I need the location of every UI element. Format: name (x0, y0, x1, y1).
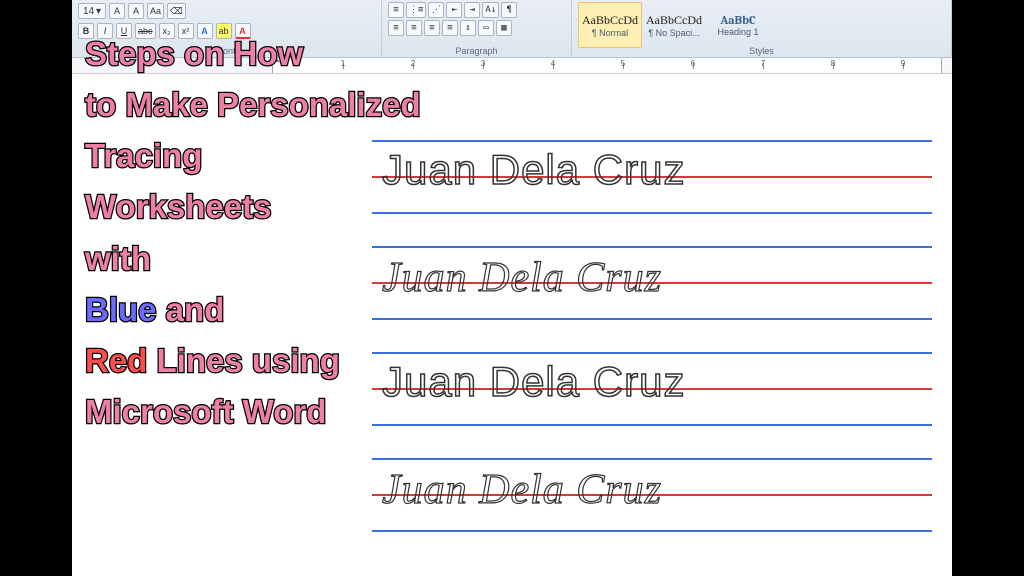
sort-button[interactable]: A↓ (482, 2, 499, 18)
shrink-font-button[interactable]: A (128, 3, 144, 19)
justify-button[interactable]: ≡ (442, 20, 458, 36)
ruler-number: 9 (901, 59, 905, 68)
ruler-number: 7 (761, 59, 765, 68)
tracing-row-1: Juan Dela Cruz (372, 140, 932, 220)
text-effects-button[interactable]: A (197, 23, 213, 39)
shading-button[interactable]: ▭ (478, 20, 494, 36)
chevron-down-icon: ▾ (96, 6, 101, 17)
guide-line-bot (372, 424, 932, 426)
tracing-text-print: Juan Dela Cruz (382, 146, 685, 194)
ruler-number: 1 (341, 59, 345, 68)
change-case-button[interactable]: Aa (147, 3, 164, 19)
show-marks-button[interactable]: ¶ (501, 2, 517, 18)
tracing-row-4: Juan Dela Cruz (372, 458, 932, 538)
ruler-number: 2 (411, 59, 415, 68)
highlight-button[interactable]: ab (216, 23, 232, 39)
ribbon-group-font: 14▾ A A Aa ⌫ B I U abc x₂ x² A ab A Font (72, 0, 382, 57)
ribbon: 14▾ A A Aa ⌫ B I U abc x₂ x² A ab A Font (72, 0, 952, 58)
align-center-button[interactable]: ≡ (406, 20, 422, 36)
align-right-button[interactable]: ≡ (424, 20, 440, 36)
guide-line-bot (372, 530, 932, 532)
style---normal[interactable]: AaBbCcDd¶ Normal (578, 2, 642, 48)
style-label: Heading 1 (717, 27, 758, 37)
tracing-text-print: Juan Dela Cruz (382, 358, 685, 406)
indent-marker-icon[interactable] (270, 56, 280, 62)
style-label: ¶ Normal (592, 28, 628, 38)
tracing-text-cursive: Juan Dela Cruz (382, 466, 662, 514)
font-size-select[interactable]: 14▾ (78, 3, 106, 19)
ruler-number: 5 (621, 59, 625, 68)
align-left-button[interactable]: ≡ (388, 20, 404, 36)
guide-line-bot (372, 318, 932, 320)
ruler-track: 1 2 3 4 5 6 7 8 9 (272, 58, 942, 73)
font-size-value: 14 (83, 6, 94, 17)
underline-button[interactable]: U (116, 23, 132, 39)
style-heading-1[interactable]: AaBbCHeading 1 (706, 2, 770, 48)
font-color-button[interactable]: A (235, 23, 251, 39)
strikethrough-button[interactable]: abc (135, 23, 156, 39)
style-preview: AaBbCcDd (582, 13, 638, 28)
bold-button[interactable]: B (78, 23, 94, 39)
document-area[interactable]: Juan Dela Cruz Juan Dela Cruz Juan Dela Cr… (72, 74, 952, 576)
bullets-button[interactable]: ≡ (388, 2, 404, 18)
group-title-font: Font (72, 46, 381, 56)
tracing-text-cursive: Juan Dela Cruz (382, 254, 662, 302)
subscript-button[interactable]: x₂ (159, 23, 175, 39)
guide-line-top (372, 458, 932, 460)
ruler-number: 4 (551, 59, 555, 68)
style-preview: AaBbCcDd (646, 13, 702, 28)
guide-line-top (372, 140, 932, 142)
style---no-spaci---[interactable]: AaBbCcDd¶ No Spaci... (642, 2, 706, 48)
group-title-styles: Styles (572, 46, 951, 56)
ribbon-group-paragraph: ≡ ⋮≡ ⋰ ⇤ ⇥ A↓ ¶ ≡ ≡ ≡ ≡ ↕ ▭ ▦ (382, 0, 572, 57)
superscript-button[interactable]: x² (178, 23, 194, 39)
clear-formatting-button[interactable]: ⌫ (167, 3, 186, 19)
borders-button[interactable]: ▦ (496, 20, 512, 36)
grow-font-button[interactable]: A (109, 3, 125, 19)
ruler-number: 3 (481, 59, 485, 68)
guide-line-bot (372, 212, 932, 214)
ribbon-group-styles: AaBbCcDd¶ NormalAaBbCcDd¶ No Spaci...AaB… (572, 0, 952, 57)
multilevel-list-button[interactable]: ⋰ (428, 2, 444, 18)
italic-button[interactable]: I (97, 23, 113, 39)
tracing-row-2: Juan Dela Cruz (372, 246, 932, 326)
horizontal-ruler[interactable]: 1 2 3 4 5 6 7 8 9 (72, 58, 952, 74)
decrease-indent-button[interactable]: ⇤ (446, 2, 462, 18)
tracing-row-3: Juan Dela Cruz (372, 352, 932, 432)
line-spacing-button[interactable]: ↕ (460, 20, 476, 36)
guide-line-top (372, 246, 932, 248)
increase-indent-button[interactable]: ⇥ (464, 2, 480, 18)
style-preview: AaBbC (720, 13, 755, 27)
numbering-button[interactable]: ⋮≡ (406, 2, 426, 18)
ruler-number: 8 (831, 59, 835, 68)
ruler-number: 6 (691, 59, 695, 68)
guide-line-top (372, 352, 932, 354)
app-stage: 14▾ A A Aa ⌫ B I U abc x₂ x² A ab A Font (72, 0, 952, 576)
group-title-paragraph: Paragraph (382, 46, 571, 56)
style-label: ¶ No Spaci... (648, 28, 699, 38)
